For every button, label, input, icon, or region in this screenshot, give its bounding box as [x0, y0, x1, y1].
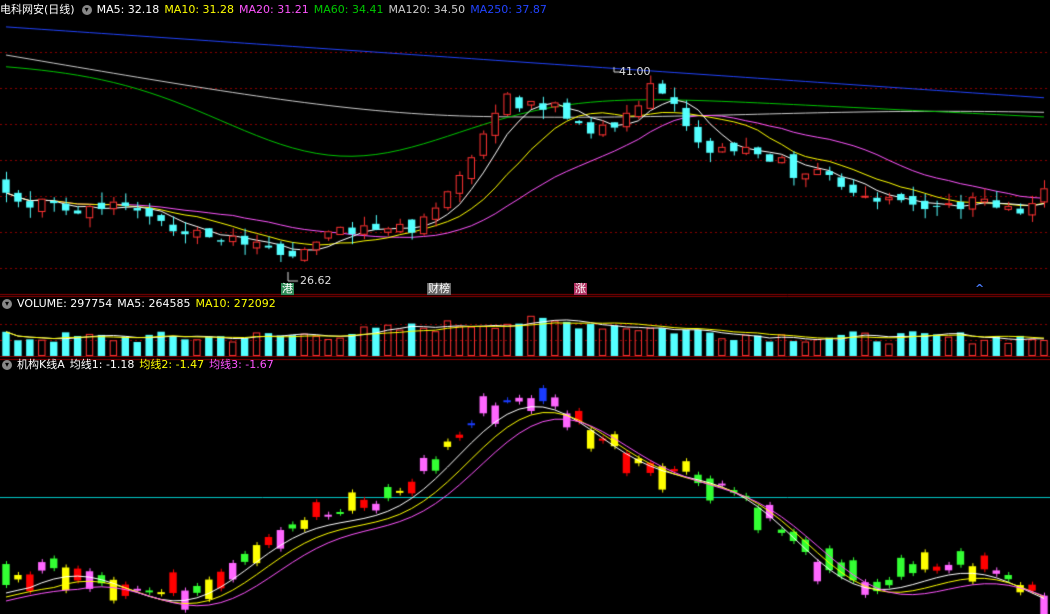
volume-header: ▾ VOLUME: 297754 MA5: 264585 MA10: 272092 — [0, 296, 281, 312]
indicator-name: 机构K线A — [17, 358, 65, 371]
indicator-line3-label: 均线3: -1.67 — [209, 358, 274, 371]
chevron-down-icon[interactable]: ▾ — [2, 299, 12, 309]
ma20-label: MA20: 31.21 — [239, 3, 309, 16]
stock-title[interactable]: 电科网安(日线) — [0, 3, 75, 16]
low-price-label: 26.62 — [300, 274, 332, 287]
finance-list-marker[interactable]: 财榜 — [427, 283, 451, 295]
hk-connect-marker[interactable]: 港 — [281, 283, 294, 295]
up-arrow-marker[interactable]: ^ — [974, 283, 985, 295]
volume-label: VOLUME: 297754 — [17, 297, 113, 310]
limit-up-marker[interactable]: 涨 — [574, 283, 587, 295]
indicator-line1-label: 均线1: -1.18 — [69, 358, 135, 371]
indicator-line2-label: 均线2: -1.47 — [139, 358, 205, 371]
volume-ma10-label: MA10: 272092 — [195, 297, 276, 310]
ma5-label: MA5: 32.18 — [96, 3, 160, 16]
ma60-label: MA60: 34.41 — [313, 3, 384, 16]
high-price-label: 41.00 — [619, 65, 651, 78]
ma250-label: MA250: 37.87 — [470, 3, 547, 16]
ma10-label: MA10: 31.28 — [164, 3, 235, 16]
indicator-header: ▾ 机构K线A 均线1: -1.18 均线2: -1.47 均线3: -1.67 — [0, 357, 279, 373]
chevron-down-icon[interactable]: ▾ — [81, 5, 92, 15]
ma120-label: MA120: 34.50 — [388, 3, 466, 16]
chevron-down-icon[interactable]: ▾ — [2, 360, 12, 370]
volume-ma5-label: MA5: 264585 — [117, 297, 191, 310]
price-header: 电科网安(日线) ▾ MA5: 32.18 MA10: 31.28 MA20: 31.2… — [0, 2, 552, 18]
